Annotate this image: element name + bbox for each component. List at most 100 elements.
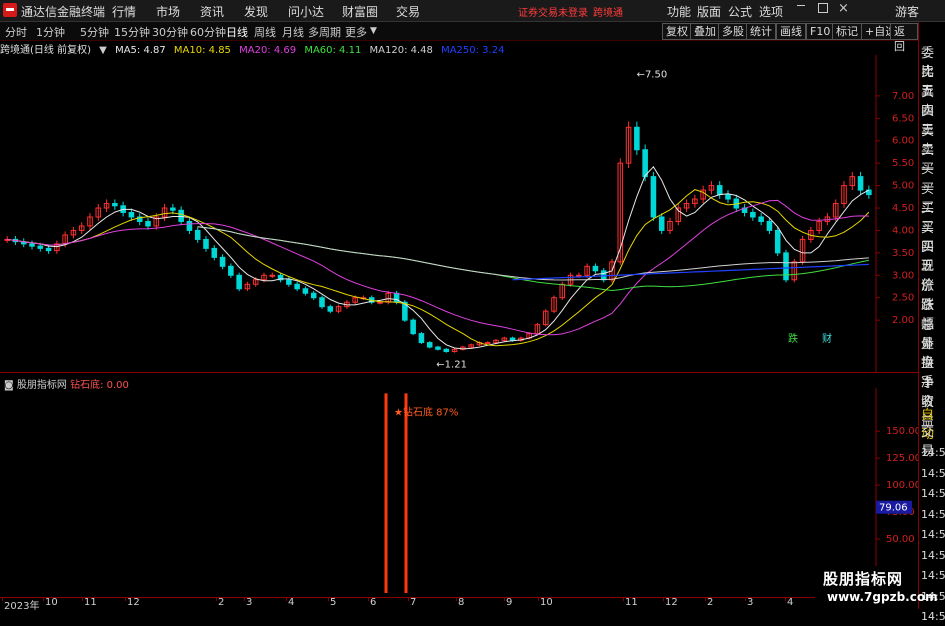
biaoji-button[interactable]: 标记	[832, 23, 862, 40]
time-axis-tick	[705, 597, 706, 601]
menu-caifuquan[interactable]: 财富圈	[342, 3, 378, 20]
price-tick-label: 6.50	[892, 113, 914, 124]
time-axis-label: 3	[246, 597, 253, 608]
period-weekly[interactable]: 周线	[254, 24, 276, 40]
menu-banmian[interactable]: 版面	[697, 3, 721, 20]
login-warning[interactable]: 证券交易未登录	[518, 4, 588, 19]
maximize-icon[interactable]	[818, 3, 828, 13]
ma5-line	[7, 165, 870, 350]
quote-panel-item: 14:56	[921, 548, 945, 562]
price-tick-label: 6.00	[892, 136, 914, 147]
fuquan-button[interactable]: 复权	[662, 23, 692, 40]
candle-body	[219, 256, 226, 267]
candle-body	[128, 212, 135, 218]
time-axis-label: 8	[458, 597, 465, 608]
menu-gongshi[interactable]: 公式	[728, 3, 752, 20]
menu-xuanxiang[interactable]: 选项	[759, 3, 783, 20]
watermark-line2: www.7gpzb.com	[827, 590, 938, 604]
menu-shichang[interactable]: 市场	[156, 3, 180, 20]
candle-body	[112, 203, 118, 207]
quote-panel-item: 14:56	[921, 466, 945, 480]
candle-body	[203, 238, 209, 249]
ma-legend: 跨境通(日线 前复权) ▼ MA5: 4.87 MA10: 4.85 MA20:…	[0, 41, 509, 56]
guest-user[interactable]: 游客	[895, 3, 919, 20]
kline-chart[interactable]: 7.00 6.50 6.00 5.50 5.00 4.50 4.00 3.50 3.00 2.50…	[0, 55, 918, 372]
watermark: 股朋指标网 www.7gpzb.com	[815, 566, 938, 609]
signal-bar	[384, 393, 388, 593]
period-15min[interactable]: 15分钟	[114, 24, 150, 40]
period-1min[interactable]: 1分钟	[36, 24, 65, 40]
candle-body	[145, 220, 151, 227]
duogu-button[interactable]: 多股	[718, 23, 748, 40]
annotation-die: 跌	[788, 332, 798, 345]
price-tick-label: 4.50	[892, 203, 914, 214]
menu-hangqing[interactable]: 行情	[112, 3, 136, 20]
quote-panel-item: 14:56	[921, 446, 945, 459]
f10-button[interactable]: F10	[806, 23, 835, 40]
app-title: 通达信金融终端	[21, 5, 106, 19]
candle-body	[178, 209, 184, 222]
time-axis-label: 6	[370, 597, 377, 608]
candle-body	[29, 243, 35, 247]
candle-body	[45, 247, 52, 252]
candle-body	[435, 346, 441, 350]
time-axis-label: 10	[540, 597, 553, 608]
diejia-button[interactable]: 叠加	[690, 23, 720, 40]
period-bar: 分时 1分钟 5分钟 15分钟 30分钟 60分钟 日线 周线 月线 多周期 更…	[0, 22, 918, 53]
indicator-chart[interactable]: 150.00125.00100.0075.0050.0079.06★钻石底 87…	[0, 388, 918, 597]
candle-body	[634, 126, 640, 151]
period-30min[interactable]: 30分钟	[152, 24, 188, 40]
time-axis-label: 3	[747, 597, 754, 608]
menu-jiaoyi[interactable]: 交易	[396, 3, 420, 20]
chevron-down-icon[interactable]: ▼	[370, 26, 377, 36]
back-button[interactable]: 返回	[890, 23, 918, 53]
period-daily[interactable]: 日线	[226, 24, 248, 40]
time-axis-label: 2	[707, 597, 714, 608]
time-axis-label: 9	[506, 597, 513, 608]
candle-body	[750, 212, 756, 218]
close-icon[interactable]: ×	[838, 1, 849, 16]
quote-panel-item: 14:56	[921, 507, 945, 521]
time-axis-tick	[82, 597, 83, 601]
menu-wenxiaoda[interactable]: 问小达	[288, 3, 324, 20]
time-axis-tick	[43, 597, 44, 601]
candle-body	[319, 297, 325, 308]
tongji-button[interactable]: 统计	[746, 23, 776, 40]
ma20-line	[7, 199, 869, 336]
period-more[interactable]: 更多	[345, 24, 367, 40]
candle-body	[592, 265, 599, 272]
huaxian-button[interactable]: 画线	[776, 23, 806, 40]
indicator-tick-label: 150.00	[886, 426, 918, 437]
candle-body	[774, 229, 781, 254]
watermark-line1: 股朋指标网	[823, 570, 904, 588]
candle-body	[410, 319, 416, 335]
candle-body	[766, 220, 773, 231]
time-axis-label: 12	[127, 597, 140, 608]
time-axis-label: 2023年	[4, 601, 40, 612]
period-60min[interactable]: 60分钟	[190, 24, 226, 40]
high-price-label: ←7.50	[637, 69, 668, 80]
period-multi[interactable]: 多周期	[308, 24, 341, 40]
menu-gongneng[interactable]: 功能	[667, 3, 691, 20]
menu-zixun[interactable]: 资讯	[200, 3, 224, 20]
price-tick-label: 4.00	[892, 225, 914, 236]
time-axis-tick	[623, 597, 624, 601]
minimize-icon[interactable]	[797, 5, 805, 6]
indicator-tick-label: 100.00	[886, 480, 918, 491]
candle-body	[658, 216, 665, 231]
menu-faxian[interactable]: 发现	[244, 3, 268, 20]
candle-body	[783, 252, 789, 281]
candle-body	[426, 342, 433, 348]
candle-body	[857, 176, 864, 191]
period-5min[interactable]: 5分钟	[80, 24, 109, 40]
ma120-line	[197, 226, 869, 281]
time-axis-label: 10	[45, 597, 58, 608]
period-monthly[interactable]: 月线	[282, 24, 304, 40]
signal-text: ★钻石底 87%	[394, 405, 458, 418]
time-axis-tick	[244, 597, 245, 601]
candle-body	[642, 149, 648, 178]
time-axis-tick	[216, 597, 217, 601]
price-tick-label: 5.50	[892, 158, 914, 169]
period-fenshi[interactable]: 分时	[5, 24, 27, 40]
candle-body	[758, 216, 764, 222]
